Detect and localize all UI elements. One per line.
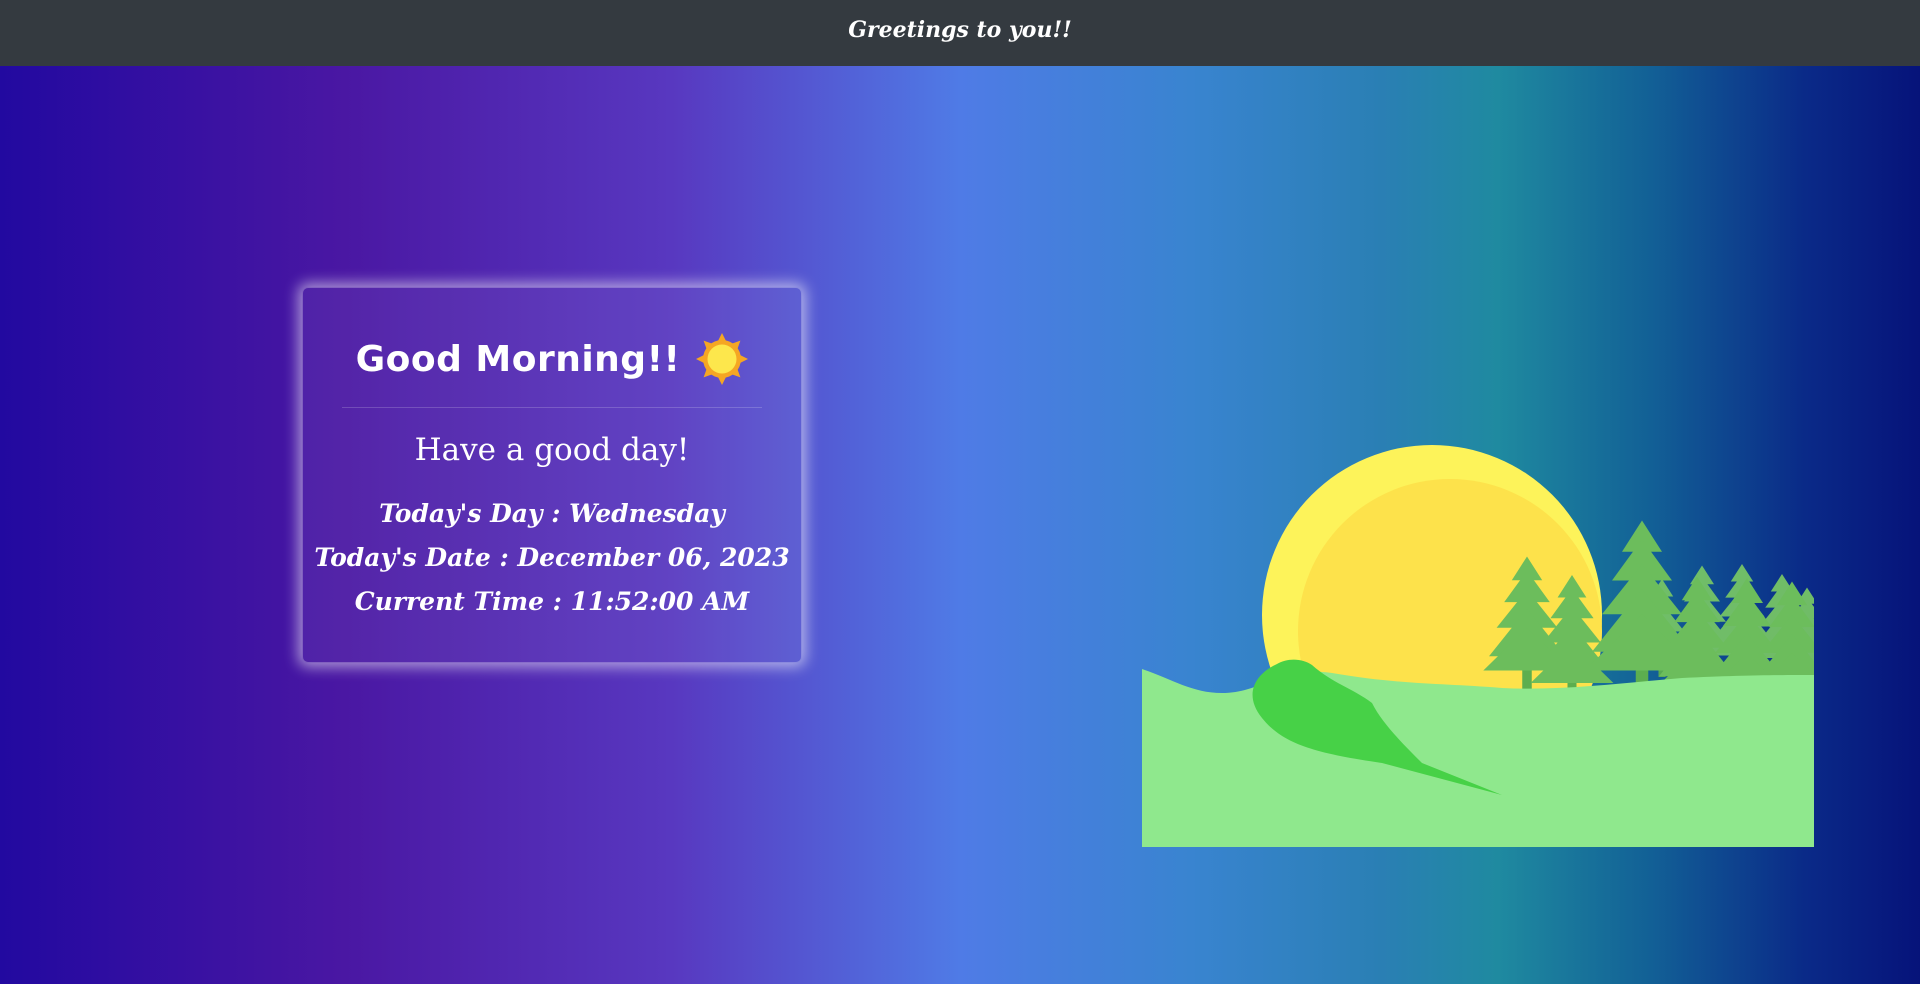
card-header: Good Morning!!	[303, 288, 801, 392]
top-navbar: Greetings to you!!	[0, 0, 1920, 66]
hill	[1142, 669, 1814, 847]
date-line: Today's Date : December 06, 2023	[314, 543, 790, 572]
wish-text: Have a good day!	[414, 432, 690, 468]
greeting-heading: Good Morning!!	[355, 338, 681, 380]
greeting-card: Good Morning!! Have a good day! Today's …	[302, 287, 802, 663]
time-line: Current Time : 11:52:00 AM	[354, 587, 750, 616]
navbar-title: Greetings to you!!	[848, 17, 1072, 43]
info-block: Today's Day : Wednesday Today's Date : D…	[303, 492, 801, 624]
sun-icon	[696, 333, 749, 385]
card-divider	[342, 407, 762, 408]
day-line: Today's Day : Wednesday	[379, 499, 725, 528]
sunrise-illustration	[1142, 443, 1814, 847]
